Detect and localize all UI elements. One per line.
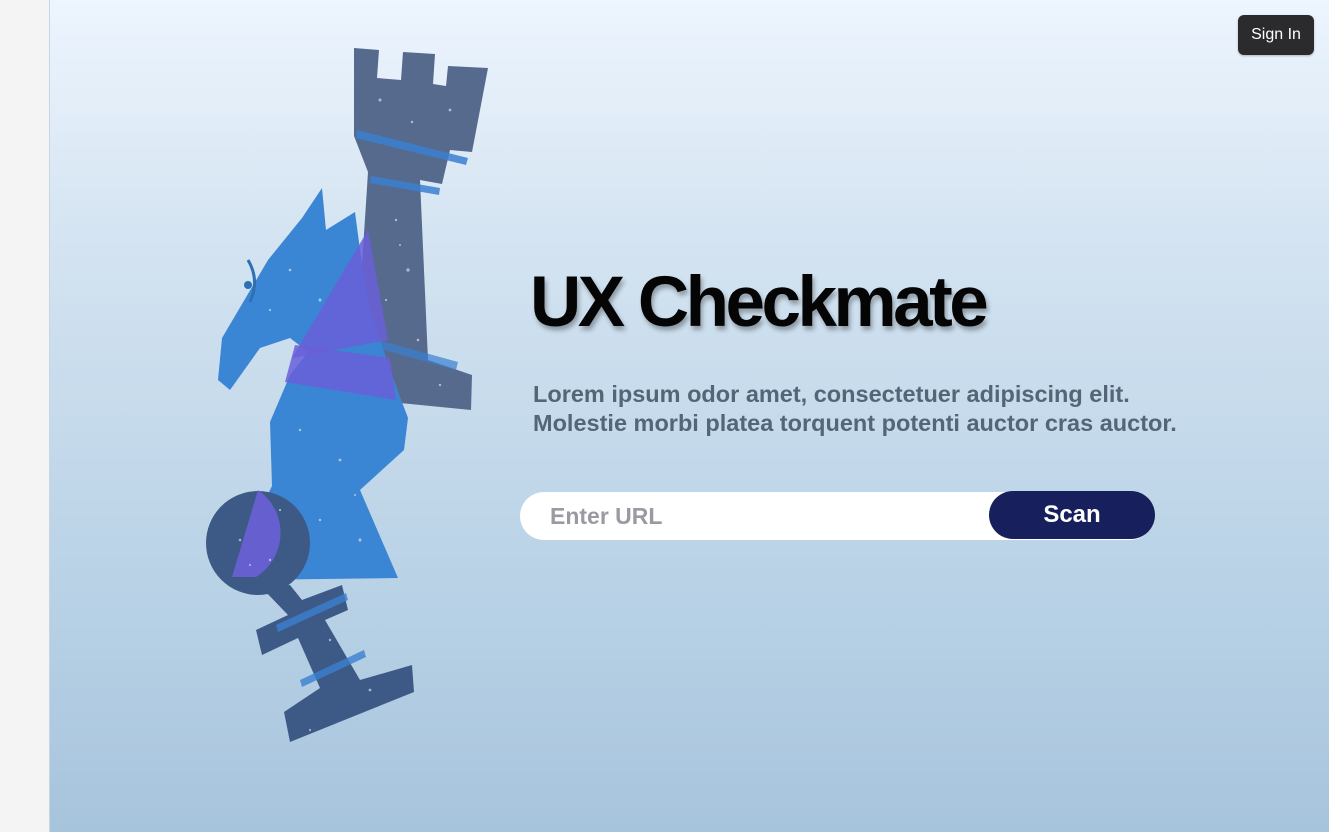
left-margin-strip <box>0 0 49 832</box>
chess-pieces-illustration <box>206 48 488 742</box>
subtitle-line-2: Molestie morbi platea torquent potenti a… <box>533 410 1177 436</box>
scan-button[interactable]: Scan <box>989 491 1155 539</box>
sign-in-button[interactable]: Sign In <box>1238 15 1314 55</box>
landing-page: Sign In UX Checkmate Lorem ipsum odor am… <box>49 0 1329 832</box>
url-search-bar: Scan <box>520 491 1155 540</box>
url-input[interactable] <box>520 492 990 540</box>
subtitle-line-1: Lorem ipsum odor amet, consectetuer adip… <box>533 381 1130 407</box>
page-title: UX Checkmate <box>530 263 989 342</box>
hero-subtitle: Lorem ipsum odor amet, consectetuer adip… <box>533 380 1233 438</box>
